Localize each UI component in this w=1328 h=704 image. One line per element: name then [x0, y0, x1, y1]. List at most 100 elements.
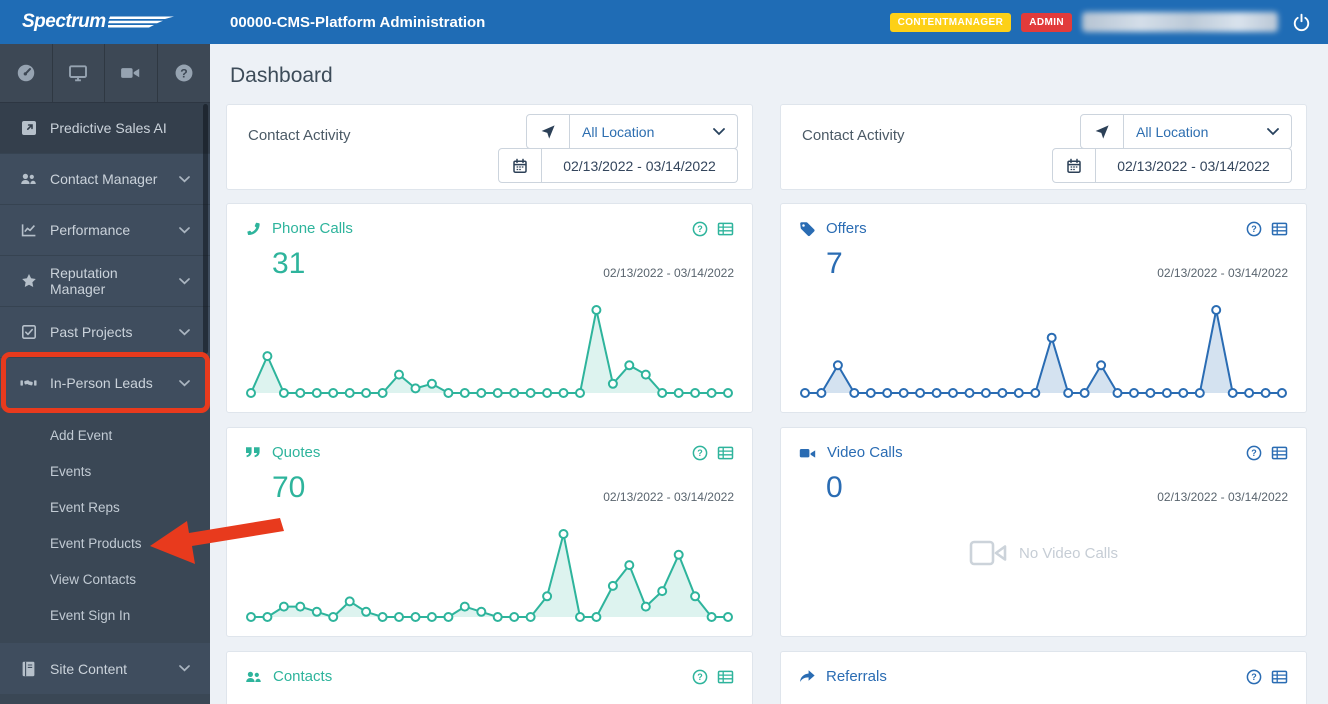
- calendar-button[interactable]: [498, 148, 542, 183]
- quotes-chart: [245, 526, 734, 624]
- location-button[interactable]: [1080, 114, 1124, 149]
- sidebar-item-contact-manager[interactable]: Contact Manager: [0, 153, 210, 204]
- in-person-leads-submenu: Add Event Events Event Reps Event Produc…: [0, 408, 210, 643]
- chevron-down-icon: [179, 328, 190, 336]
- role-badge-contentmanager: CONTENTMANAGER: [889, 12, 1012, 32]
- share-icon: [800, 670, 815, 682]
- sidebar-item-past-projects[interactable]: Past Projects: [0, 306, 210, 357]
- card-date-range: 02/13/2022 - 03/14/2022: [1157, 266, 1288, 280]
- card-label: Phone Calls: [272, 220, 353, 237]
- submenu-item-event-reps[interactable]: Event Reps: [0, 489, 210, 525]
- date-range-input[interactable]: 02/13/2022 - 03/14/2022: [542, 148, 738, 183]
- table-view-button[interactable]: [717, 445, 734, 461]
- svg-text:?: ?: [1251, 224, 1257, 234]
- page-title: Dashboard: [230, 64, 333, 87]
- tag-icon: [800, 221, 815, 236]
- location-button[interactable]: [526, 114, 570, 149]
- sidebar-filler: [0, 694, 210, 704]
- calendar-button[interactable]: [1052, 148, 1096, 183]
- submenu-item-view-contacts[interactable]: View Contacts: [0, 561, 210, 597]
- desktop-toolbar-button[interactable]: [53, 44, 105, 102]
- sidebar-item-label: Performance: [50, 222, 131, 238]
- sidebar-item-predictive-sales-ai[interactable]: Predictive Sales AI: [0, 102, 210, 153]
- gauge-icon: [17, 64, 34, 82]
- quote-icon: [246, 446, 260, 457]
- help-circle-icon: ?: [1246, 445, 1262, 460]
- power-icon: [1293, 13, 1309, 31]
- video-outline-icon: [969, 540, 1007, 566]
- chevron-down-icon: [179, 277, 190, 285]
- card-label: Quotes: [272, 444, 321, 461]
- video-icon: [799, 448, 816, 458]
- table-icon: [1271, 222, 1288, 235]
- table-icon: [1271, 670, 1288, 683]
- gauge-toolbar-button[interactable]: [0, 44, 53, 102]
- location-select-value: All Location: [582, 123, 655, 140]
- sidebar-item-reputation-manager[interactable]: Reputation Manager: [0, 255, 210, 306]
- table-view-button[interactable]: [1271, 221, 1288, 237]
- logo-text: Spectrum: [22, 11, 106, 32]
- table-view-button[interactable]: [1271, 669, 1288, 685]
- help-circle-button[interactable]: ?: [1246, 445, 1262, 461]
- svg-text:?: ?: [697, 672, 703, 682]
- video-icon: [121, 68, 140, 78]
- calendar-icon: [513, 158, 527, 173]
- video-calls-card: Video Calls ? 0 02/13/2022 - 03/14/2022: [780, 427, 1307, 637]
- logout-power-button[interactable]: [1288, 9, 1314, 35]
- help-circle-button[interactable]: ?: [692, 221, 708, 237]
- star-icon: [20, 273, 37, 289]
- check-square-icon: [20, 324, 37, 340]
- calendar-icon: [1067, 158, 1081, 173]
- users-icon: [246, 671, 261, 682]
- submenu-item-add-event[interactable]: Add Event: [0, 417, 210, 453]
- help-circle-icon: ?: [692, 445, 708, 460]
- phone-calls-chart: [245, 302, 734, 400]
- sidebar-item-label: Site Content: [50, 660, 128, 677]
- submenu-item-event-products[interactable]: Event Products: [0, 525, 210, 561]
- book-icon: [20, 661, 37, 677]
- card-label: Referrals: [826, 668, 887, 685]
- app-logo[interactable]: Spectrum: [0, 11, 210, 33]
- phone-calls-card: Phone Calls ? 31 02/13/2022 - 03/14/2022: [226, 203, 753, 413]
- chevron-down-icon: [179, 175, 190, 183]
- help-circle-icon: ?: [1246, 221, 1262, 236]
- offers-card: Offers ? 7 02/13/2022 - 03/14/2022: [780, 203, 1307, 413]
- table-icon: [1271, 446, 1288, 459]
- video-toolbar-button[interactable]: [105, 44, 158, 102]
- help-circle-icon: ?: [692, 221, 708, 236]
- sidebar-item-in-person-leads[interactable]: In-Person Leads: [0, 357, 210, 408]
- help-icon: ?: [175, 64, 193, 82]
- contact-activity-panel-right: Contact Activity All Location 02/13/2022…: [780, 104, 1307, 190]
- svg-text:?: ?: [180, 66, 187, 80]
- table-view-button[interactable]: [717, 221, 734, 237]
- help-circle-button[interactable]: ?: [692, 669, 708, 685]
- sidebar-item-performance[interactable]: Performance: [0, 204, 210, 255]
- table-icon: [717, 222, 734, 235]
- sidebar-item-site-content[interactable]: Site Content: [0, 643, 210, 694]
- location-select[interactable]: All Location: [570, 114, 738, 149]
- table-view-button[interactable]: [1271, 445, 1288, 461]
- help-circle-button[interactable]: ?: [692, 445, 708, 461]
- help-circle-button[interactable]: ?: [1246, 221, 1262, 237]
- username-redacted: [1082, 12, 1278, 32]
- no-video-calls-empty-state: No Video Calls: [781, 540, 1306, 566]
- help-circle-button[interactable]: ?: [1246, 669, 1262, 685]
- window-title: 00000-CMS-Platform Administration: [230, 13, 486, 31]
- phone-icon: [247, 222, 260, 235]
- panel-title: Contact Activity: [802, 127, 905, 144]
- handshake-icon: [20, 375, 37, 391]
- submenu-item-event-sign-in[interactable]: Event Sign In: [0, 597, 210, 633]
- location-arrow-icon: [541, 124, 555, 139]
- sidebar-scrollbar[interactable]: [203, 104, 208, 354]
- date-range-input[interactable]: 02/13/2022 - 03/14/2022: [1096, 148, 1292, 183]
- location-select[interactable]: All Location: [1124, 114, 1292, 149]
- card-label: Offers: [826, 220, 867, 237]
- sidebar-item-label: Past Projects: [50, 324, 133, 340]
- svg-text:?: ?: [1251, 672, 1257, 682]
- submenu-item-events[interactable]: Events: [0, 453, 210, 489]
- main-content: Dashboard Contact Activity All Location: [210, 44, 1328, 704]
- sidebar-toolbar: ?: [0, 44, 210, 102]
- help-toolbar-button[interactable]: ?: [158, 44, 211, 102]
- table-view-button[interactable]: [717, 669, 734, 685]
- external-link-icon: [20, 120, 37, 136]
